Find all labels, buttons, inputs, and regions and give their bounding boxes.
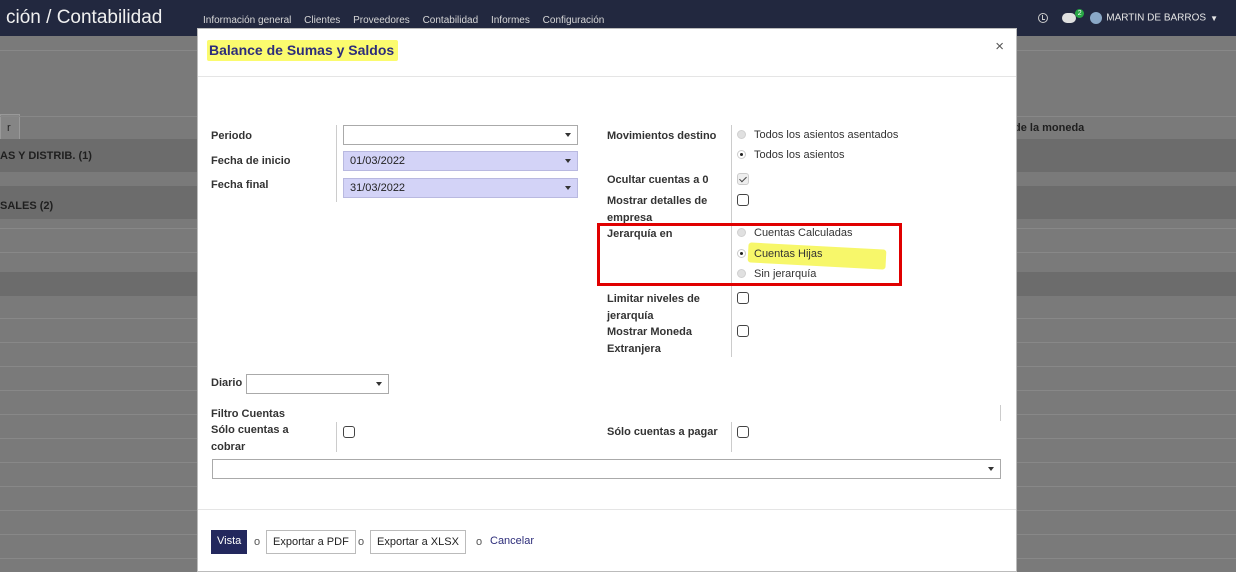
modal-footer: Vista o Exportar a PDF o Exportar a XLSX… bbox=[198, 509, 1016, 571]
diario-select[interactable] bbox=[246, 374, 389, 394]
option-todos-asientos[interactable]: Todos los asientos bbox=[754, 149, 845, 161]
radio-todos-asientos[interactable] bbox=[737, 150, 746, 159]
solo-cobrar-checkbox[interactable] bbox=[343, 426, 355, 438]
periodo-label: Periodo bbox=[211, 130, 252, 142]
filtro-cuentas-label: Filtro Cuentas bbox=[211, 408, 285, 420]
background-button: r bbox=[0, 114, 20, 142]
column-header: de la moneda bbox=[1014, 122, 1085, 134]
vista-button[interactable]: Vista bbox=[211, 530, 248, 554]
or-separator: o bbox=[358, 536, 365, 548]
chevron-down-icon bbox=[376, 382, 382, 386]
label-separator bbox=[336, 422, 337, 452]
fecha-inicio-value: 01/03/2022 bbox=[350, 155, 406, 167]
chevron-down-icon bbox=[565, 186, 571, 190]
modal-title: Balance de Sumas y Saldos bbox=[207, 40, 399, 61]
label-separator bbox=[731, 422, 732, 452]
mostrar-moneda-label: Mostrar Moneda Extranjera bbox=[607, 326, 692, 355]
menu-proveedores[interactable]: Proveedores bbox=[353, 15, 410, 26]
solo-pagar-label: Sólo cuentas a pagar bbox=[607, 426, 718, 438]
or-separator: o bbox=[476, 536, 483, 548]
modal-header: Balance de Sumas y Saldos × bbox=[198, 29, 1016, 77]
mostrar-moneda-checkbox[interactable] bbox=[737, 325, 749, 337]
export-pdf-button[interactable]: Exportar a PDF bbox=[266, 530, 356, 554]
report-wizard-dialog: Balance de Sumas y Saldos × Periodo Fech… bbox=[197, 28, 1017, 572]
solo-pagar-checkbox[interactable] bbox=[737, 426, 749, 438]
mostrar-detalles-label: Mostrar detalles de empresa bbox=[607, 195, 708, 224]
annotation-box bbox=[597, 223, 902, 286]
user-menu[interactable]: MARTIN DE BARROS ▼ bbox=[1090, 12, 1218, 24]
chevron-down-icon bbox=[565, 159, 571, 163]
chevron-down-icon bbox=[988, 467, 994, 471]
fecha-final-label: Fecha final bbox=[211, 179, 269, 191]
chevron-down-icon bbox=[565, 133, 571, 137]
caret-down-icon: ▼ bbox=[1210, 13, 1218, 23]
periodo-select[interactable] bbox=[343, 125, 578, 145]
label-separator bbox=[336, 125, 337, 202]
limitar-niveles-checkbox[interactable] bbox=[737, 292, 749, 304]
group-label: SALES (2) bbox=[0, 200, 54, 212]
fecha-inicio-input[interactable]: 01/03/2022 bbox=[343, 151, 578, 171]
fecha-final-input[interactable]: 31/03/2022 bbox=[343, 178, 578, 198]
fecha-inicio-label: Fecha de inicio bbox=[211, 155, 291, 167]
export-xlsx-button[interactable]: Exportar a XLSX bbox=[370, 530, 466, 554]
mostrar-detalles-checkbox[interactable] bbox=[737, 194, 749, 206]
movimientos-destino-label: Movimientos destino bbox=[607, 130, 717, 142]
fecha-final-value: 31/03/2022 bbox=[350, 182, 406, 194]
diario-label: Diario bbox=[211, 377, 243, 389]
option-todos-asentados[interactable]: Todos los asientos asentados bbox=[754, 129, 898, 141]
navbar-right: 2 MARTIN DE BARROS ▼ bbox=[1038, 9, 1218, 24]
menu-configuracion[interactable]: Configuración bbox=[543, 15, 605, 26]
radio-todos-asentados[interactable] bbox=[737, 130, 746, 139]
solo-cobrar-label: Sólo cuentas a cobrar bbox=[211, 424, 289, 453]
or-separator: o bbox=[254, 536, 261, 548]
ocultar-cuentas-label: Ocultar cuentas a 0 bbox=[607, 174, 709, 186]
ocultar-cuentas-checkbox[interactable] bbox=[737, 173, 749, 185]
chat-count-badge: 2 bbox=[1075, 9, 1085, 18]
app-breadcrumb-title: ción / Contabilidad bbox=[6, 7, 163, 28]
cuentas-select[interactable] bbox=[212, 459, 1001, 479]
menu-informes[interactable]: Informes bbox=[491, 15, 530, 26]
limitar-niveles-label: Limitar niveles de jerarquía bbox=[607, 293, 700, 322]
clock-icon[interactable] bbox=[1038, 13, 1049, 23]
group-label: AS Y DISTRIB. (1) bbox=[0, 150, 92, 162]
menu-informacion-general[interactable]: Información general bbox=[203, 15, 291, 26]
menu-clientes[interactable]: Clientes bbox=[304, 15, 340, 26]
user-name: MARTIN DE BARROS bbox=[1106, 12, 1207, 24]
top-menu: Información general Clientes Proveedores… bbox=[203, 15, 614, 26]
chat-icon[interactable]: 2 bbox=[1062, 9, 1085, 23]
close-icon[interactable]: × bbox=[995, 38, 1004, 55]
cancel-button[interactable]: Cancelar bbox=[484, 530, 540, 554]
menu-contabilidad[interactable]: Contabilidad bbox=[423, 15, 479, 26]
label-separator bbox=[1000, 405, 1001, 421]
avatar bbox=[1090, 12, 1103, 24]
